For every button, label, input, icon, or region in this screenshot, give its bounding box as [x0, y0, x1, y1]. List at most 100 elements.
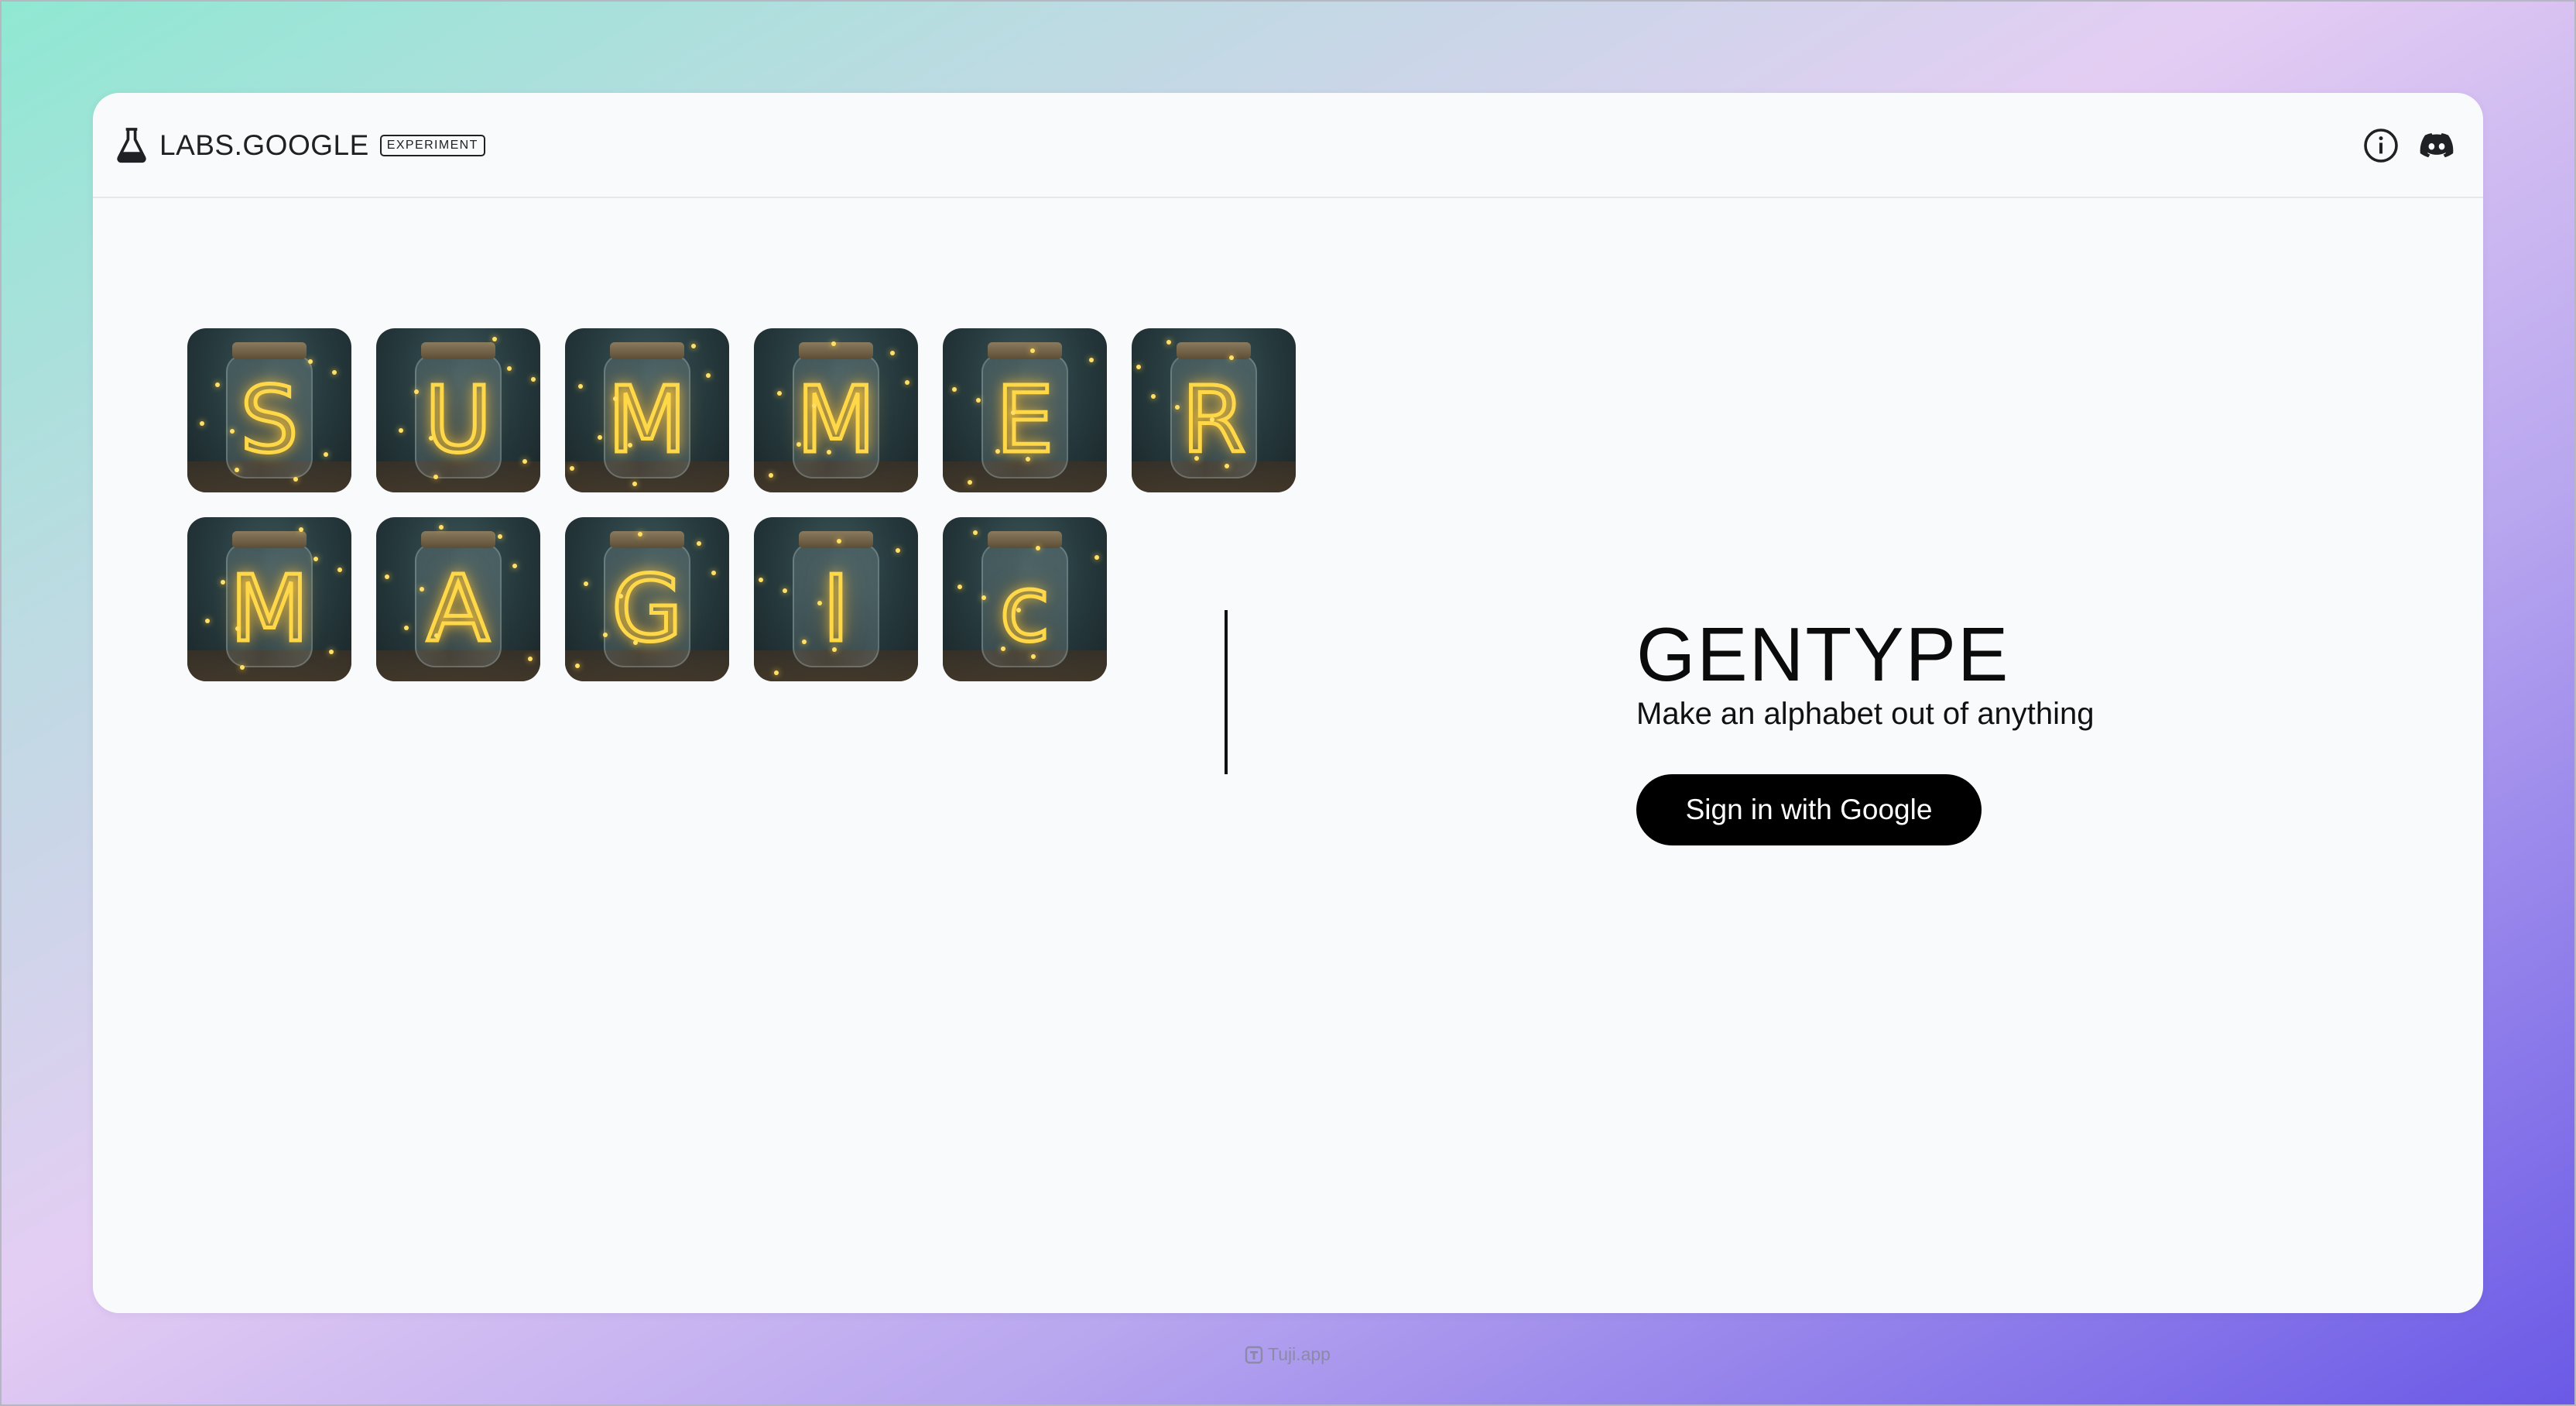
firefly-spark: [796, 442, 801, 447]
firefly-spark: [1136, 365, 1141, 369]
firefly-spark: [968, 480, 972, 485]
jar-lid: [232, 342, 307, 359]
firefly-spark: [1001, 646, 1005, 651]
firefly-spark: [613, 396, 618, 401]
tile-letter: U: [423, 365, 493, 475]
firefly-spark: [832, 647, 837, 652]
page-title: GENTYPE: [1636, 612, 2010, 697]
firefly-spark: [531, 377, 536, 382]
firefly-spark: [230, 429, 235, 434]
jar-lid: [988, 342, 1062, 359]
firefly-spark: [633, 640, 638, 645]
firefly-spark: [711, 571, 716, 575]
firefly-spark: [638, 532, 642, 537]
firefly-spark: [293, 477, 298, 482]
firefly-spark: [706, 373, 711, 378]
firefly-spark: [414, 389, 419, 394]
firefly-spark: [528, 657, 533, 661]
firefly-spark: [433, 475, 438, 479]
firefly-spark: [308, 359, 313, 364]
firefly-spark: [783, 588, 787, 593]
firefly-spark: [981, 595, 986, 600]
firefly-spark: [1036, 546, 1040, 550]
firefly-spark: [831, 341, 836, 346]
jar-lid: [421, 531, 495, 548]
firefly-spark: [995, 449, 1000, 454]
firefly-spark: [429, 436, 433, 441]
tile-letter: c: [998, 554, 1052, 664]
firefly-spark: [976, 398, 981, 403]
text-cursor: [1225, 610, 1228, 774]
firefly-spark: [628, 443, 632, 448]
firefly-spark: [973, 530, 978, 535]
firefly-spark: [492, 337, 497, 341]
brand-link[interactable]: LABS.GOOGLE EXPERIMENT: [115, 124, 485, 167]
firefly-spark: [618, 594, 623, 598]
tile-letter: M: [228, 554, 311, 664]
letter-tile: E: [943, 328, 1107, 492]
firefly-spark: [313, 557, 318, 561]
firefly-spark: [1030, 348, 1035, 353]
firefly-spark: [522, 459, 527, 464]
firefly-spark: [769, 473, 773, 478]
firefly-spark: [837, 539, 841, 544]
firefly-spark: [1031, 654, 1036, 659]
firefly-spark: [1094, 555, 1099, 560]
letter-tile: R: [1132, 328, 1296, 492]
firefly-spark: [1151, 394, 1156, 399]
letter-tile: A: [376, 517, 540, 681]
firefly-spark: [420, 587, 424, 592]
firefly-spark: [337, 568, 342, 572]
letter-tile: I: [754, 517, 918, 681]
firefly-spark: [774, 670, 779, 675]
firefly-spark: [324, 452, 328, 457]
firefly-spark: [200, 421, 204, 426]
firefly-spark: [575, 664, 580, 668]
page-subtitle: Make an alphabet out of anything: [1636, 697, 2095, 731]
letter-tile: M: [565, 328, 729, 492]
firefly-spark: [1016, 608, 1021, 612]
sign-in-button[interactable]: Sign in with Google: [1636, 774, 1982, 845]
firefly-spark: [812, 403, 817, 408]
firefly-spark: [1175, 405, 1180, 410]
tile-letter: I: [820, 554, 851, 664]
header-actions: [2362, 127, 2455, 164]
info-icon[interactable]: [2362, 127, 2400, 164]
jar-lid: [232, 531, 307, 548]
firefly-spark: [1026, 457, 1030, 461]
firefly-spark: [802, 640, 807, 644]
firefly-spark: [578, 384, 583, 389]
firefly-spark: [691, 344, 696, 348]
discord-icon[interactable]: [2418, 127, 2455, 164]
firefly-spark: [507, 366, 512, 371]
firefly-spark: [498, 534, 502, 539]
firefly-spark: [598, 435, 602, 440]
firefly-spark: [952, 387, 957, 392]
jar-lid: [1177, 342, 1251, 359]
letter-tile: S: [187, 328, 351, 492]
firefly-spark: [399, 428, 403, 433]
tile-letter: A: [425, 554, 492, 664]
firefly-spark: [817, 601, 822, 605]
firefly-spark: [896, 548, 900, 553]
firefly-spark: [512, 564, 517, 568]
jar-lid: [988, 531, 1062, 548]
firefly-spark: [890, 351, 895, 355]
firefly-spark: [235, 468, 239, 472]
letter-tile: M: [187, 517, 351, 681]
firefly-spark: [385, 574, 389, 579]
firefly-spark: [1011, 410, 1016, 415]
flask-icon: [117, 128, 146, 163]
firefly-spark: [957, 585, 962, 589]
firefly-spark: [777, 391, 782, 396]
firefly-spark: [697, 541, 701, 546]
firefly-spark: [1210, 417, 1214, 422]
firefly-spark: [584, 581, 588, 586]
tile-letter: S: [238, 365, 300, 475]
jar-lid: [610, 531, 684, 548]
letter-tile: G: [565, 517, 729, 681]
jar-lid: [799, 531, 873, 548]
firefly-spark: [434, 633, 439, 638]
firefly-spark: [1194, 456, 1199, 461]
firefly-spark: [404, 626, 409, 630]
